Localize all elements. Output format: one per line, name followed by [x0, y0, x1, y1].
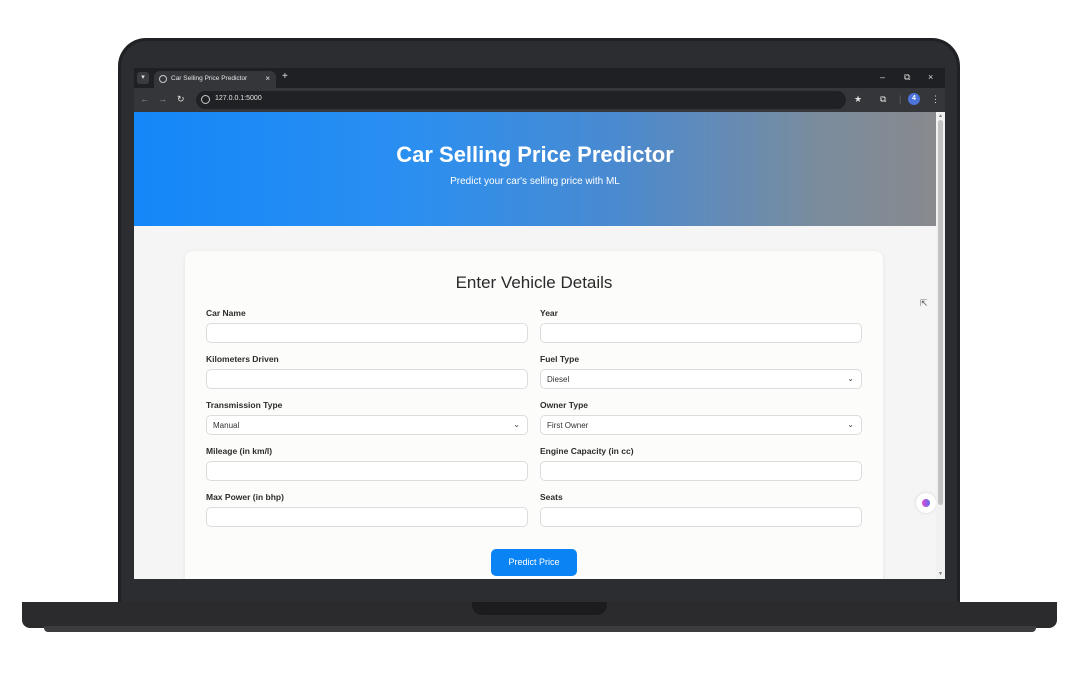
restore-button[interactable]: ⧉	[904, 72, 910, 83]
reload-icon[interactable]: ↻	[177, 94, 185, 105]
scroll-down-icon[interactable]: ▼	[938, 571, 943, 577]
address-bar: ← → ↻ 127.0.0.1:5000 ★ ⧉ | 4 ⋮	[134, 88, 945, 112]
transmission-value: Manual	[213, 421, 240, 430]
browser-window: ▾ Car Selling Price Predictor × + – ⧉ × …	[134, 68, 945, 579]
scroll-up-icon[interactable]: ▲	[938, 113, 943, 119]
laptop-base-shadow	[44, 626, 1036, 632]
minimize-button[interactable]: –	[880, 72, 885, 82]
engine-capacity-label: Engine Capacity (in cc)	[540, 446, 634, 456]
max-power-input[interactable]	[206, 507, 528, 527]
new-tab-button[interactable]: +	[282, 71, 288, 82]
owner-type-value: First Owner	[547, 421, 589, 430]
fuel-type-select[interactable]: Diesel ⌄	[540, 369, 862, 389]
close-window-button[interactable]: ×	[928, 72, 933, 82]
fuel-type-value: Diesel	[547, 375, 570, 384]
seats-input[interactable]	[540, 507, 862, 527]
year-input[interactable]	[540, 323, 862, 343]
laptop-notch	[472, 602, 607, 615]
chevron-down-icon: ⌄	[847, 374, 854, 383]
car-name-label: Car Name	[206, 308, 246, 318]
page-title: Car Selling Price Predictor	[396, 142, 674, 167]
url-text: 127.0.0.1:5000	[215, 95, 262, 102]
toolbar-divider: |	[899, 94, 902, 104]
owner-type-label: Owner Type	[540, 400, 589, 410]
fuel-type-label: Fuel Type	[540, 354, 580, 364]
page-scrollbar[interactable]: ▲ ▼	[936, 112, 945, 579]
chevron-down-icon: ⌄	[847, 420, 854, 429]
mileage-label: Mileage (in km/l)	[206, 446, 273, 456]
url-field[interactable]: 127.0.0.1:5000	[196, 91, 846, 109]
mouse-cursor-icon: ⇱	[920, 298, 928, 308]
form-title: Enter Vehicle Details	[455, 273, 613, 292]
back-icon[interactable]: ←	[140, 94, 149, 104]
predict-price-button[interactable]: Predict Price	[491, 549, 577, 576]
tab-close-button[interactable]: ×	[265, 74, 270, 83]
page-viewport: Car Selling Price Predictor Predict your…	[134, 112, 936, 579]
page-subtitle: Predict your car's selling price with ML	[450, 176, 620, 187]
owner-type-select[interactable]: First Owner ⌄	[540, 415, 862, 435]
tab-title: Car Selling Price Predictor	[171, 75, 248, 82]
scroll-thumb[interactable]	[938, 120, 943, 505]
forward-icon[interactable]: →	[158, 94, 167, 104]
extensions-icon[interactable]: ⧉	[880, 94, 886, 105]
mileage-input[interactable]	[206, 461, 528, 481]
kilometers-label: Kilometers Driven	[206, 354, 279, 364]
site-info-icon[interactable]	[201, 95, 210, 104]
profile-avatar[interactable]: 4	[908, 93, 920, 105]
browser-tab[interactable]: Car Selling Price Predictor ×	[154, 71, 276, 88]
max-power-label: Max Power (in bhp)	[206, 492, 284, 502]
tab-search-button[interactable]: ▾	[137, 72, 149, 84]
car-name-input[interactable]	[206, 323, 528, 343]
hero-banner: Car Selling Price Predictor Predict your…	[134, 112, 936, 226]
tab-bar: ▾ Car Selling Price Predictor × + – ⧉ ×	[134, 68, 945, 88]
transmission-select[interactable]: Manual ⌄	[206, 415, 528, 435]
extension-bubble[interactable]	[916, 493, 936, 513]
star-icon[interactable]: ★	[854, 94, 862, 105]
engine-capacity-input[interactable]	[540, 461, 862, 481]
seats-label: Seats	[540, 492, 563, 502]
year-label: Year	[540, 308, 558, 318]
kilometers-input[interactable]	[206, 369, 528, 389]
kebab-menu-icon[interactable]: ⋮	[931, 94, 940, 105]
globe-icon	[159, 75, 167, 83]
chevron-down-icon: ⌄	[513, 420, 520, 429]
vehicle-form-card: Enter Vehicle Details Car Name Year Kilo…	[185, 251, 883, 579]
extension-logo-icon	[922, 499, 930, 507]
transmission-label: Transmission Type	[206, 400, 283, 410]
